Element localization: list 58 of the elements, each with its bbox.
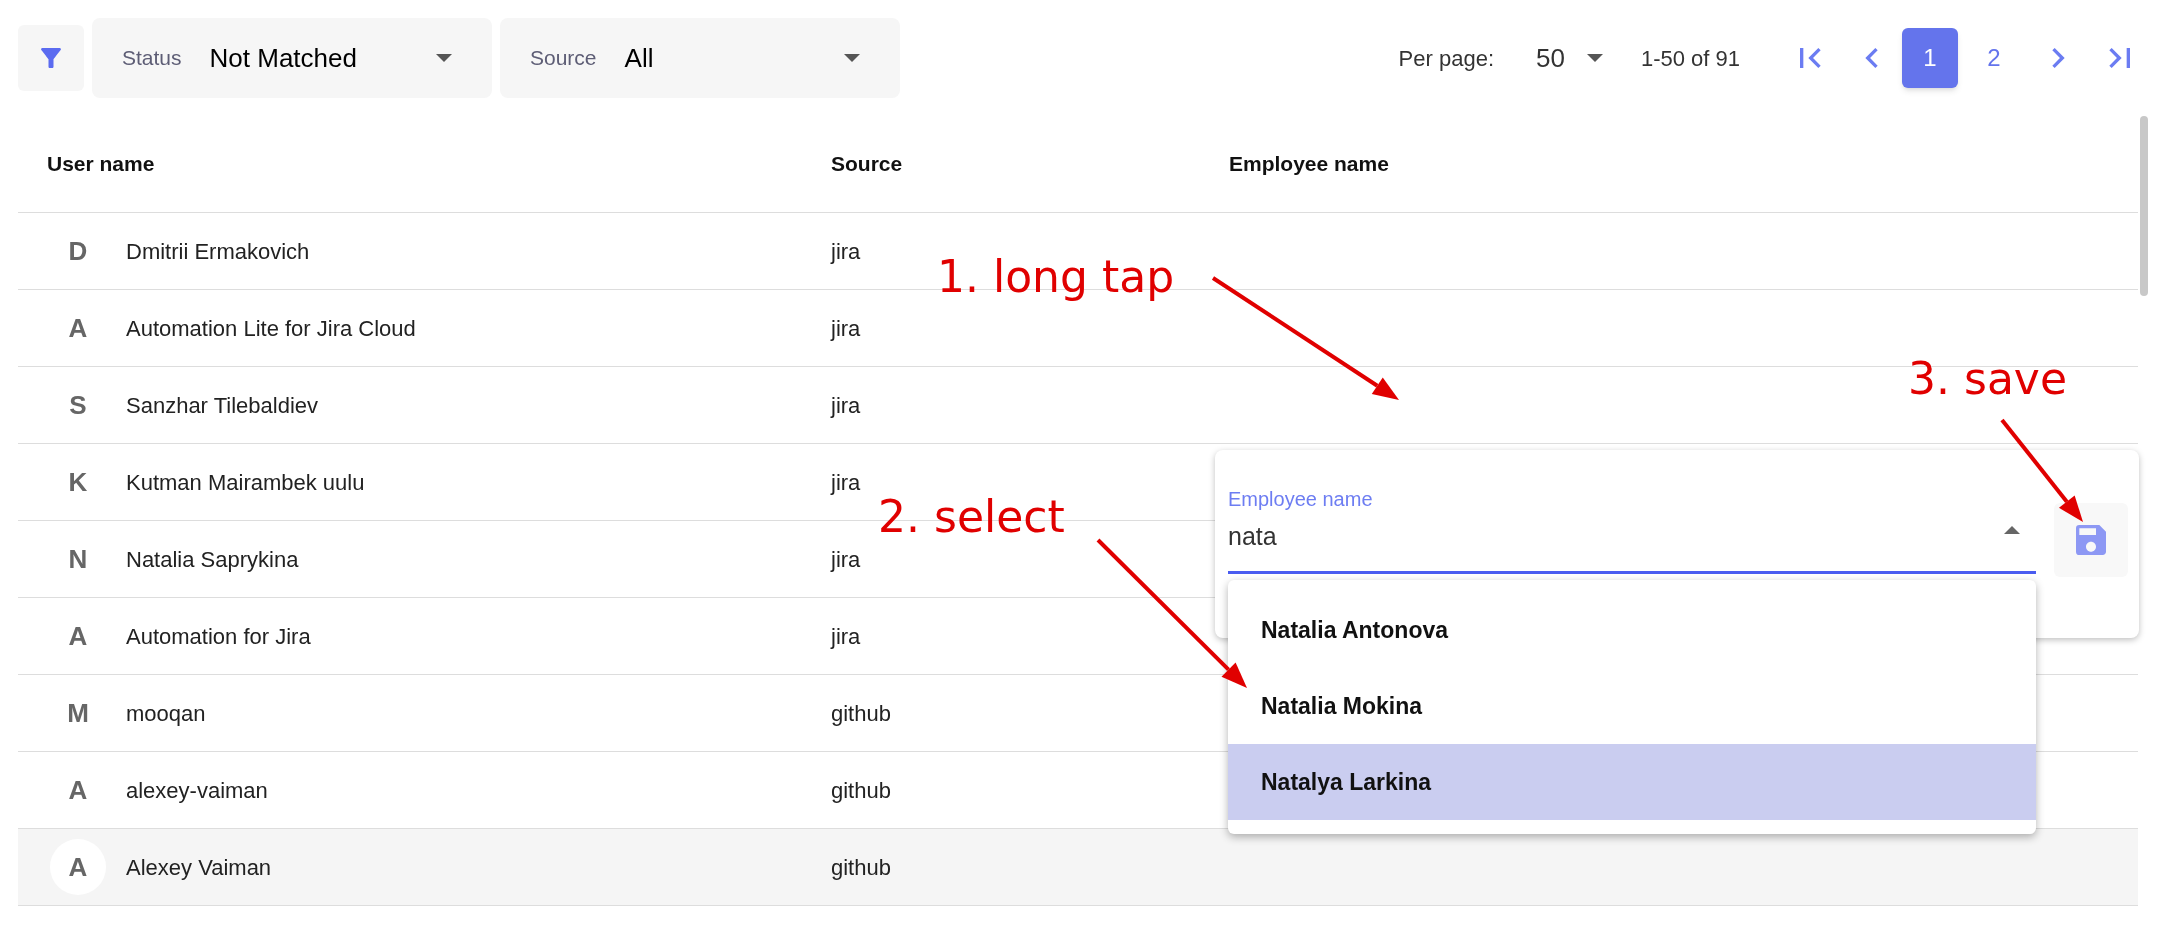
dropdown-option[interactable]: Natalia Antonova <box>1228 592 2036 668</box>
avatar: M <box>66 696 90 730</box>
source-cell-text: jira <box>829 622 861 651</box>
caret-icon <box>1586 54 1603 62</box>
source-cell-text: github <box>830 853 891 882</box>
caret-icon <box>2004 526 2020 534</box>
user-name-cell-text: Automation for Jira <box>126 622 311 651</box>
user-name-cell-text: Sanzhar Tilebaldiev <box>126 391 318 420</box>
filter-label: Status <box>122 45 182 72</box>
caret-icon <box>844 54 860 62</box>
column-header: Source <box>830 151 904 178</box>
avatar: K <box>67 465 89 499</box>
save-button[interactable] <box>2054 503 2128 577</box>
dropdown-option[interactable]: Natalya Larkina <box>1228 744 2036 820</box>
per-page-select[interactable]: 50 <box>1536 38 1603 78</box>
user-name-cell-text: Automation Lite for Jira Cloud <box>126 314 416 343</box>
avatar: A <box>67 619 89 653</box>
user-name-cell-text: Natalia Saprykina <box>126 545 299 574</box>
source-cell-text: jira <box>829 468 861 497</box>
source-cell-text: github <box>830 776 891 805</box>
avatar: A <box>67 773 89 807</box>
column-header: User name <box>46 151 156 178</box>
user-name-cell-text: Dmitrii Ermakovich <box>126 237 310 266</box>
annotation-text: 3. save <box>1908 352 2067 406</box>
page-button[interactable]: 2 <box>1966 28 2022 88</box>
annotation-text: 1. long tap <box>937 250 1175 304</box>
filter-button[interactable] <box>18 25 84 91</box>
avatar: D <box>67 234 89 268</box>
column-header: Employee name <box>1228 151 1389 178</box>
highlighted-row[interactable]: A Alexey Vaiman github <box>18 829 2138 906</box>
avatar: A <box>50 839 106 895</box>
filter-dropdown[interactable]: Source All <box>500 18 900 98</box>
user-name-cell-text: alexey-vaiman <box>126 776 268 805</box>
dropdown-option[interactable]: Natalia Mokina <box>1228 668 2036 744</box>
source-cell-text: github <box>830 699 891 728</box>
user-name-cell-text: Alexey Vaiman <box>126 853 272 882</box>
source-cell-text: jira <box>829 545 861 574</box>
employee-combobox[interactable]: Employee name nata <box>1228 484 2036 574</box>
user-name-cell-text: mooqan <box>126 699 206 728</box>
page-button[interactable]: 1 <box>1902 28 1958 88</box>
avatar: A <box>67 311 89 345</box>
field-value: nata <box>1228 521 1277 552</box>
field-label: Employee name <box>1228 487 1374 512</box>
avatar: S <box>68 388 88 422</box>
source-cell-text: jira <box>829 391 861 420</box>
avatar: N <box>67 542 89 576</box>
filter-label: Source <box>530 45 597 72</box>
filter-value: Not Matched <box>209 41 358 75</box>
per-page-label: Per page: <box>1398 44 1494 73</box>
scrollbar[interactable] <box>2140 116 2148 296</box>
filter-dropdown[interactable]: Status Not Matched <box>92 18 492 98</box>
annotation-text: 2. select <box>878 490 1065 544</box>
caret-icon <box>436 54 452 62</box>
page-range: 1-50 of 91 <box>1640 44 1740 73</box>
source-cell-text: jira <box>829 237 861 266</box>
filter-value: All <box>624 41 655 75</box>
source-cell-text: jira <box>829 314 861 343</box>
user-name-cell-text: Kutman Mairambek uulu <box>126 468 365 497</box>
